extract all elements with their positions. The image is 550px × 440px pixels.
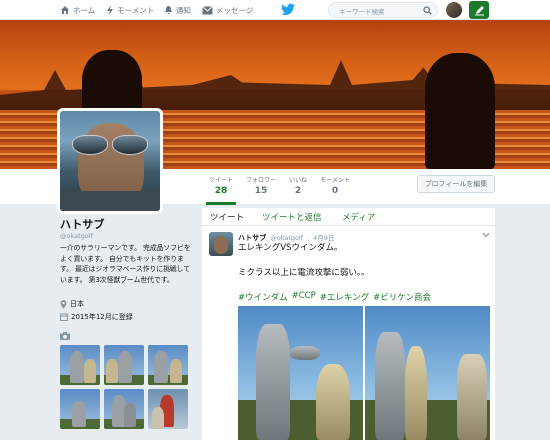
photo-thumbnail[interactable] [60,345,100,385]
timeline-tabs: ツイート ツイートと返信 メディア [202,208,495,226]
chevron-down-icon[interactable] [482,232,490,238]
home-icon [61,6,69,14]
nav-notifications-label: 通知 [176,5,191,15]
search-placeholder: キーワード検索 [339,8,385,16]
hashtag-link[interactable]: #エレキング [320,291,369,303]
profile-handle[interactable]: @okatgolf [60,232,93,240]
stat-likes[interactable]: いいね 2 [286,175,310,196]
bell-icon [165,6,172,14]
twitter-bird-icon[interactable] [281,3,295,16]
tweet-hashtags: #ウインダム #CCP #エレキング #ビリケン商会 [238,291,431,303]
stat-followers[interactable]: フォロワー 15 [244,175,278,196]
profile-joined-text: 2015年12月に登録 [71,313,133,321]
stat-tweets-value: 28 [214,186,228,196]
photo-thumbnail[interactable] [148,389,188,429]
search-input[interactable]: キーワード検索 [328,2,438,18]
stat-followers-label: フォロワー [245,177,276,184]
profile-bio: 一介のサラリーマンです。 完成品ソフビをよく買います。 自分でもキットを作ります… [60,244,191,284]
profile-joined: 2015年12月に登録 [60,312,133,322]
tweet-media-image[interactable] [365,306,490,440]
hashtag-link[interactable]: #ビリケン商会 [373,291,431,303]
stat-likes-label: いいね [288,177,307,184]
tweet-media-image[interactable] [238,306,363,440]
stat-moments[interactable]: モーメント 0 [319,175,351,196]
photo-thumbnail[interactable] [60,389,100,429]
tweet-media [238,306,490,440]
tweet-author-avatar[interactable] [209,232,233,256]
tab-tweets-replies[interactable]: ツイートと返信 [262,211,322,223]
photo-thumbnail[interactable] [104,389,144,429]
tweet-text-line-1: エレキングVSウインダム。 [238,243,343,253]
stat-tweets-label: ツイート [208,177,233,184]
hashtag-link[interactable]: #CCP [292,291,316,303]
lightning-icon [107,5,113,15]
nav-messages-label: メッセージ [216,5,254,15]
stat-moments-value: 0 [331,186,339,196]
compose-icon [474,5,484,15]
top-nav: ホーム モーメント 通知 メッセージ キーワード検索 [0,0,550,20]
nav-home[interactable]: ホーム [60,3,95,17]
nav-moments-label: モーメント [117,5,155,15]
profile-location-text: 日本 [70,300,84,308]
profile-name[interactable]: ハトサブ [60,216,104,232]
photo-thumbnail[interactable] [104,345,144,385]
stat-moments-label: モーメント [320,177,350,184]
tab-media[interactable]: メディア [342,211,375,223]
envelope-icon [202,5,213,14]
tweet-text-line-2: ミクラス以上に電流攻撃に弱い。。 [238,268,370,278]
hashtag-link[interactable]: #ウインダム [238,291,288,303]
nav-messages[interactable]: メッセージ [202,3,253,17]
nav-home-label: ホーム [73,5,96,15]
location-pin-icon [60,299,67,309]
timeline: ツイート ツイートと返信 メディア ハトサブ @okatgolf · 4月9日 … [202,208,495,440]
calendar-icon [60,313,68,321]
stat-tweets[interactable]: ツイート 28 [206,175,236,205]
tab-tweets[interactable]: ツイート [210,211,244,223]
account-avatar[interactable] [446,2,462,18]
stat-likes-value: 2 [294,186,302,196]
profile-location: 日本 [60,299,84,309]
edit-profile-button[interactable]: プロフィールを編集 [417,175,495,193]
profile-avatar[interactable] [57,108,163,214]
compose-tweet-button[interactable] [469,1,489,19]
search-icon[interactable] [423,6,432,15]
camera-icon [60,332,70,340]
photo-thumbnail[interactable] [148,345,188,385]
stat-followers-value: 15 [254,186,268,196]
nav-notifications[interactable]: 通知 [164,3,191,17]
nav-moments[interactable]: モーメント [106,3,154,17]
